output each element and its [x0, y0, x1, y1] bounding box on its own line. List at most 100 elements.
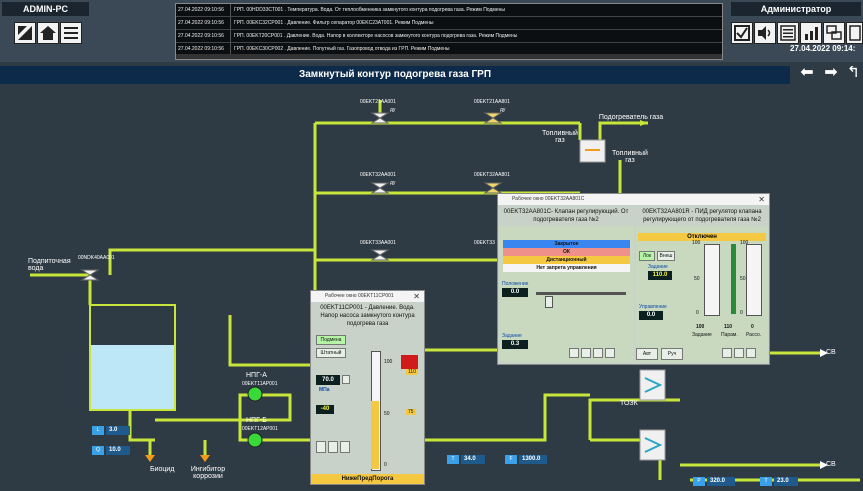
- valve-du-label: ду: [390, 107, 396, 113]
- log-row[interactable]: 27.04.2022 09:10:56 ГРП. 00EKТ20СР001 . Д…: [176, 30, 722, 43]
- scale-top: 100: [740, 240, 749, 246]
- mismatch-num: 0: [751, 324, 754, 330]
- trends-button[interactable]: [800, 22, 822, 44]
- user-name: Администратор: [731, 2, 861, 16]
- valve-du-label: ду: [390, 180, 396, 186]
- valve-panel: Закрытое ОК Дистанционный Нет запрета уп…: [499, 226, 634, 362]
- acknowledge-button[interactable]: [731, 22, 753, 44]
- temp-value[interactable]: 23.0: [774, 477, 798, 486]
- scale-mid: 50: [694, 276, 700, 282]
- pump-a-label: НПГ-А: [246, 372, 267, 379]
- level-value[interactable]: 3.0: [106, 426, 130, 435]
- info-icon[interactable]: [340, 441, 350, 453]
- flow-value[interactable]: 1300.0: [519, 455, 547, 464]
- pid-header: 00EKT32AA801R - ПИД регулятор клапана ре…: [642, 209, 762, 223]
- log-row[interactable]: 27.04.2022 09:10:56 ГРП. 00EKС32СР001 . Д…: [176, 17, 722, 30]
- settings-icon[interactable]: [328, 441, 338, 453]
- scale-top: 100: [692, 240, 701, 246]
- screens-button[interactable]: [823, 22, 845, 44]
- heater-label: Подогреватель газа: [598, 114, 664, 121]
- flow-value[interactable]: 10.0: [106, 446, 130, 455]
- info-icon[interactable]: [593, 348, 603, 358]
- window-title[interactable]: Рабочее окно 00EKT11CP001 ✕: [311, 291, 424, 302]
- valve-control-window[interactable]: Рабочее окно 00EKT32AA801C ✕ 00EKT32AA801…: [497, 193, 770, 365]
- menu-button[interactable]: [60, 22, 82, 44]
- flow-tag: Q: [92, 446, 104, 455]
- scale-mid: 50: [384, 411, 390, 417]
- close-icon[interactable]: ✕: [413, 291, 420, 302]
- makeup-water-label: Подпиточная вода: [28, 258, 71, 272]
- pid-panel: Отключен Лок Внеш Задание 110.0 Управлен…: [636, 226, 768, 362]
- external-button[interactable]: Внеш: [657, 251, 675, 261]
- biocide-label: Биоцид: [150, 466, 175, 473]
- menu-icon: [64, 27, 78, 39]
- valve-label: 00EKT33AA001: [360, 240, 396, 246]
- trend-icon[interactable]: [316, 441, 326, 453]
- param-num: 110: [724, 324, 733, 330]
- target-value[interactable]: 110.0: [648, 271, 672, 280]
- log-message: ГРП. 00EKС32СР001 . Давление. Фильтр сеп…: [234, 20, 434, 26]
- settings-icon[interactable]: [734, 348, 744, 358]
- hand-icon[interactable]: [605, 348, 615, 358]
- checkbox-icon: [734, 25, 750, 41]
- close-icon[interactable]: ✕: [758, 194, 765, 205]
- alarm-log[interactable]: 27.04.2022 09:10:56 ГРП. 00НDD33СТ001 . Т…: [175, 3, 723, 60]
- valve-du-label: ду: [500, 107, 506, 113]
- pressure-value[interactable]: 70.0: [316, 375, 340, 385]
- log-message: ГРП. 00EKТ20СР001 . Давление. Вода. Напо…: [234, 33, 518, 39]
- edit-button[interactable]: [342, 375, 350, 384]
- scale-bottom: 0: [384, 462, 387, 468]
- auto-button[interactable]: Авт: [636, 348, 658, 360]
- local-button[interactable]: Лок: [639, 251, 655, 261]
- pump-a-tag: 00EKT11AP001: [242, 381, 278, 387]
- position-label: Положение: [502, 281, 529, 287]
- return-arrow-icon[interactable]: ↰: [844, 66, 863, 82]
- normal-button[interactable]: Штатный: [316, 348, 346, 358]
- info-icon[interactable]: [746, 348, 756, 358]
- log-scrollbar[interactable]: [176, 54, 722, 59]
- control-value[interactable]: 0.0: [639, 311, 663, 320]
- setpoint-col-label: Задание: [692, 332, 712, 338]
- pressure-value[interactable]: 320.0: [707, 477, 735, 486]
- back-arrow-icon[interactable]: ⬅: [796, 65, 818, 82]
- valve-label: 00EKT33: [474, 240, 495, 246]
- exit-button[interactable]: [846, 22, 863, 44]
- position-value[interactable]: 0.0: [502, 288, 528, 297]
- sound-button[interactable]: [754, 22, 776, 44]
- pump-pressure-window[interactable]: Рабочее окно 00EKT11CP001 ✕ 00EKT11CP001 …: [310, 290, 425, 485]
- inhibitor-label: Ингибитор коррозии: [190, 466, 226, 480]
- home-button[interactable]: [37, 22, 59, 44]
- window-title-text: Рабочее окно 00EKT32AA801C: [512, 196, 585, 202]
- temp-value[interactable]: 34.0: [461, 455, 485, 464]
- setpoint-num: 100: [696, 324, 705, 330]
- pid-bar-mismatch: [746, 244, 762, 316]
- journal-button[interactable]: [777, 22, 799, 44]
- chart-icon: [805, 27, 818, 40]
- target-label: Задание: [648, 264, 668, 270]
- valve-label: 00NDK40AA001: [78, 255, 115, 261]
- fuel-gas-out-label: Топливный газ: [612, 150, 648, 164]
- log-row[interactable]: 27.04.2022 09:10:56 ГРП. 00НDD33СТ001 . Т…: [176, 4, 722, 17]
- window-title[interactable]: Рабочее окно 00EKT32AA801C ✕: [498, 194, 769, 205]
- pid-bar-param: [731, 244, 736, 314]
- manual-button[interactable]: Руч: [661, 348, 683, 360]
- trend-icon[interactable]: [569, 348, 579, 358]
- settings-icon[interactable]: [581, 348, 591, 358]
- log-time: 27.04.2022 09:10:56: [176, 4, 231, 16]
- trend-icon[interactable]: [722, 348, 732, 358]
- layout-icon: [15, 23, 35, 43]
- speaker-icon: [758, 26, 771, 40]
- flow-tag: F: [505, 455, 517, 464]
- position-slider[interactable]: [545, 296, 553, 308]
- setpoint-value[interactable]: 0.3: [502, 340, 528, 349]
- status-footer: НижеПредПорога: [311, 474, 424, 484]
- window-header: 00EKT11CP001 - Давление. Вода. Напор нас…: [320, 305, 415, 327]
- scale-bottom: 0: [696, 310, 699, 316]
- substitute-button[interactable]: Подмена: [316, 335, 346, 345]
- log-time: 27.04.2022 09:10:56: [176, 30, 231, 42]
- windows-icon: [826, 25, 842, 40]
- log-message: ГРП. 00НDD33СТ001 . Температура. Вода. О…: [234, 7, 505, 13]
- unit-label: МПа: [319, 387, 330, 393]
- layout-button[interactable]: [14, 22, 36, 44]
- forward-arrow-icon[interactable]: ➡: [820, 65, 842, 82]
